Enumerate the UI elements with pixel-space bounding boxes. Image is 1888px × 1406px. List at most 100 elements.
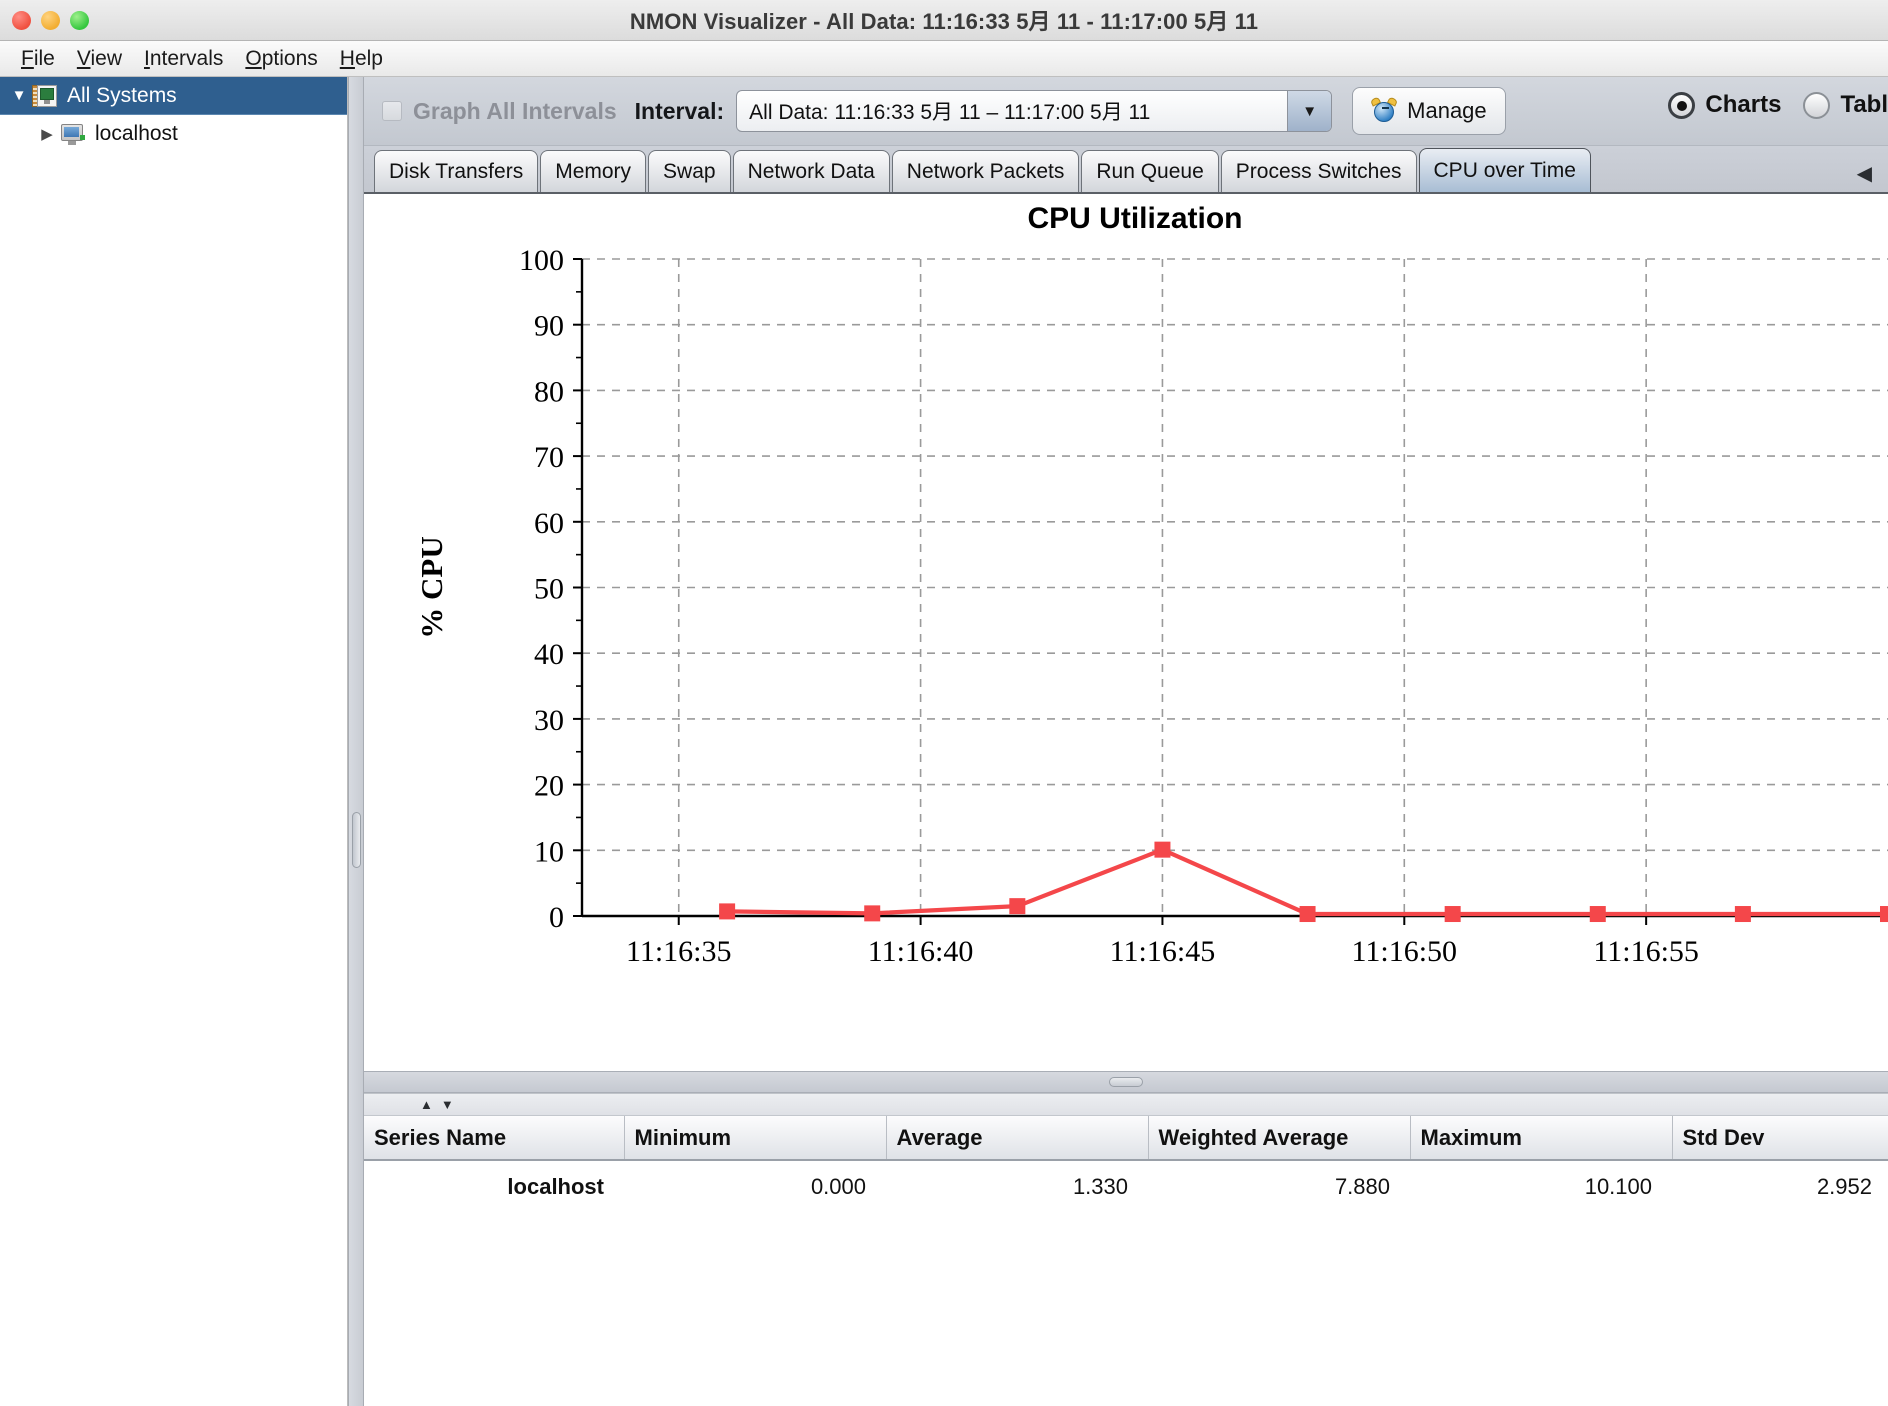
y-tick-label: 90	[534, 310, 564, 343]
graph-all-intervals-checkbox[interactable]	[382, 101, 402, 121]
tab-cpu-over-time[interactable]: CPU over Time	[1419, 148, 1591, 192]
tab-scroll-left-icon[interactable]: ◀	[1857, 161, 1872, 186]
tab-memory[interactable]: Memory	[540, 150, 646, 192]
sort-descending-icon[interactable]: ▼	[441, 1097, 454, 1112]
cell-std-dev: 2.952	[1672, 1160, 1888, 1212]
splitter-grip[interactable]	[352, 812, 361, 868]
menu-help[interactable]: Help	[329, 45, 394, 73]
column-header-series-name[interactable]: Series Name	[364, 1116, 624, 1160]
column-header-maximum[interactable]: Maximum	[1410, 1116, 1672, 1160]
manage-button-label: Manage	[1407, 98, 1487, 124]
table-row[interactable]: localhost0.0001.3307.88010.1002.952	[364, 1160, 1888, 1212]
minimize-button[interactable]	[41, 11, 60, 30]
tab-network-data[interactable]: Network Data	[733, 150, 890, 192]
table-body: localhost0.0001.3307.88010.1002.952	[364, 1160, 1888, 1212]
cell-maximum: 10.100	[1410, 1160, 1672, 1212]
tab-run-queue[interactable]: Run Queue	[1081, 150, 1218, 192]
column-header-weighted-average[interactable]: Weighted Average	[1148, 1116, 1410, 1160]
tab-swap[interactable]: Swap	[648, 150, 731, 192]
radio-table-label: Tabl	[1840, 91, 1888, 119]
menu-options[interactable]: Options	[234, 45, 328, 73]
cell-weighted-average: 7.880	[1148, 1160, 1410, 1212]
tree-item-localhost-label: localhost	[95, 122, 178, 146]
statistics-table: Series NameMinimumAverageWeighted Averag…	[364, 1116, 1888, 1212]
radio-table[interactable]: Tabl	[1803, 91, 1888, 119]
series-marker	[1009, 898, 1025, 914]
all-systems-icon	[32, 84, 58, 108]
vertical-splitter[interactable]	[348, 77, 364, 1406]
window-title: NMON Visualizer - All Data: 11:16:33 5月 …	[630, 4, 1258, 36]
column-header-minimum[interactable]: Minimum	[624, 1116, 886, 1160]
interval-label: Interval:	[635, 98, 724, 125]
table-header-row: Series NameMinimumAverageWeighted Averag…	[364, 1116, 1888, 1160]
horizontal-splitter[interactable]	[364, 1071, 1888, 1093]
tree-item-all-systems-label: All Systems	[67, 84, 177, 108]
y-tick-label: 30	[534, 704, 564, 737]
zoom-button[interactable]	[70, 11, 89, 30]
series-marker	[1880, 906, 1888, 922]
y-tick-label: 40	[534, 638, 564, 671]
manage-button[interactable]: Manage	[1352, 87, 1506, 135]
series-marker	[1590, 906, 1606, 922]
column-header-std-dev[interactable]: Std Dev	[1672, 1116, 1888, 1160]
series-marker	[1735, 906, 1751, 922]
alarm-clock-icon	[1371, 98, 1397, 124]
chart-pane: CPU Utilization010203040506070809010011:…	[364, 194, 1888, 1071]
chart-tabs: Disk TransfersMemorySwapNetwork DataNetw…	[364, 146, 1888, 194]
menu-bar: File View Intervals Options Help	[0, 41, 1888, 77]
y-tick-label: 0	[549, 901, 564, 934]
cell-minimum: 0.000	[624, 1160, 886, 1212]
series-marker	[864, 905, 880, 921]
series-marker	[1154, 842, 1170, 858]
graph-all-intervals-label: Graph All Intervals	[413, 98, 617, 125]
menu-view-rest: iew	[90, 47, 122, 70]
x-tick-label: 11:16:40	[868, 935, 974, 968]
chevron-right-icon[interactable]: ▶	[34, 127, 60, 142]
sort-ascending-icon[interactable]: ▲	[420, 1097, 433, 1112]
x-tick-label: 11:16:35	[626, 935, 732, 968]
radio-charts-dot[interactable]	[1668, 92, 1695, 119]
series-marker	[1445, 906, 1461, 922]
close-button[interactable]	[12, 11, 31, 30]
tree-item-all-systems[interactable]: ▼ All Systems	[0, 77, 347, 115]
tab-network-packets[interactable]: Network Packets	[892, 150, 1080, 192]
view-mode-radio-group: Charts Tabl	[1646, 91, 1888, 119]
tab-process-switches[interactable]: Process Switches	[1221, 150, 1417, 192]
radio-charts[interactable]: Charts	[1668, 91, 1781, 119]
chart-title: CPU Utilization	[1028, 202, 1243, 235]
series-line-localhost	[727, 850, 1888, 914]
tab-disk-transfers[interactable]: Disk Transfers	[374, 150, 538, 192]
interval-select[interactable]: All Data: 11:16:33 5月 11 – 11:17:00 5月 1…	[736, 90, 1332, 132]
radio-table-dot[interactable]	[1803, 92, 1830, 119]
window-titlebar: NMON Visualizer - All Data: 11:16:33 5月 …	[0, 0, 1888, 41]
tree-item-localhost[interactable]: ▶ localhost	[0, 115, 347, 153]
column-header-average[interactable]: Average	[886, 1116, 1148, 1160]
y-tick-label: 70	[534, 441, 564, 474]
y-tick-label: 100	[519, 244, 564, 277]
chevron-down-icon[interactable]: ▼	[6, 88, 32, 103]
y-tick-label: 50	[534, 573, 564, 606]
y-tick-label: 20	[534, 770, 564, 803]
y-tick-label: 80	[534, 375, 564, 408]
y-axis-label: % CPU	[414, 536, 449, 638]
menu-file[interactable]: File	[10, 45, 66, 73]
cell-average: 1.330	[886, 1160, 1148, 1212]
menu-intervals[interactable]: Intervals	[133, 45, 234, 73]
menu-view[interactable]: View	[66, 45, 133, 73]
interval-select-value: All Data: 11:16:33 5月 11 – 11:17:00 5月 1…	[737, 96, 1287, 126]
x-tick-label: 11:16:45	[1110, 935, 1216, 968]
chart-toolbar: Graph All Intervals Interval: All Data: …	[364, 77, 1888, 146]
cell-series-name: localhost	[364, 1160, 624, 1212]
computer-icon	[60, 122, 86, 146]
content-panel: Graph All Intervals Interval: All Data: …	[364, 77, 1888, 1406]
chevron-down-icon[interactable]: ▼	[1287, 91, 1331, 131]
x-tick-label: 11:16:50	[1352, 935, 1458, 968]
y-tick-label: 10	[534, 835, 564, 868]
window-controls	[12, 0, 89, 41]
series-marker	[719, 903, 735, 919]
menu-intervals-rest: ntervals	[150, 47, 224, 70]
main-split: ▼ All Systems ▶ localhost Graph All Inte…	[0, 77, 1888, 1406]
splitter-grip[interactable]	[1109, 1077, 1143, 1087]
menu-options-rest: ptions	[262, 47, 318, 70]
x-tick-label: 11:16:55	[1593, 935, 1699, 968]
